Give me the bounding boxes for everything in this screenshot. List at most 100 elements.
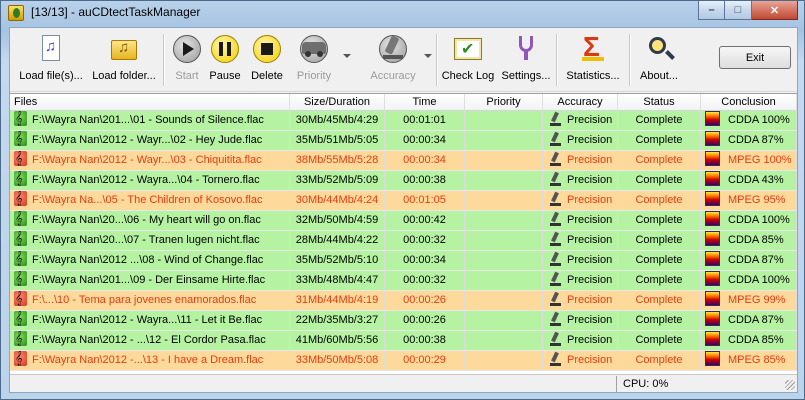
spectrogram-icon[interactable] — [705, 151, 720, 166]
about-label: About... — [640, 70, 678, 82]
table-row[interactable]: F:\Wayra Nan\2012 - Wayra...\11 - Let it… — [10, 311, 797, 331]
priority-dropdown-arrow[interactable] — [343, 54, 351, 58]
cell-time: 00:01:05 — [385, 191, 465, 210]
cell-conclusion[interactable]: CDDA 87% — [701, 251, 797, 270]
file-path: F:\Wayra Nan\2012 - Wayr...\02 - Hey Jud… — [32, 134, 263, 146]
music-note-icon — [14, 171, 27, 187]
accuracy-value: Precision — [567, 334, 613, 346]
music-note-icon — [14, 191, 27, 207]
elapsed-time: 00:00:29 — [403, 354, 446, 366]
table-row[interactable]: F:\Wayra Nan\2012 - ...\12 - El Cordor P… — [10, 331, 797, 351]
spectrogram-icon[interactable] — [705, 291, 720, 306]
spectrogram-icon[interactable] — [705, 251, 720, 266]
app-icon[interactable] — [8, 5, 24, 21]
spectrogram-icon[interactable] — [705, 171, 720, 186]
cell-file: F:\Wayra Nan\2012 - ...\12 - El Cordor P… — [10, 331, 290, 350]
table-row[interactable]: F:\Wayra Nan\2012 - Wayr...\03 - Chiquit… — [10, 151, 797, 171]
table-row[interactable]: F:\Wayra Nan\2012 -...\13 - I have a Dre… — [10, 351, 797, 371]
table-row[interactable]: F:\Wayra Nan\201...\01 - Sounds of Silen… — [10, 111, 797, 131]
cell-accuracy: Precision — [543, 351, 618, 370]
microscope-icon — [378, 34, 408, 64]
cell-priority — [465, 311, 543, 330]
spectrogram-icon[interactable] — [705, 331, 720, 346]
window-title: [13/13] - auCDtectTaskManager — [31, 5, 201, 19]
pause-button[interactable]: Pause — [207, 34, 243, 86]
cell-file: F:\Wayra Nan\201...\01 - Sounds of Silen… — [10, 111, 290, 130]
column-header-files[interactable]: Files — [10, 94, 290, 111]
cell-priority — [465, 291, 543, 310]
delete-label: Delete — [251, 70, 283, 82]
cell-status: Complete — [618, 311, 701, 330]
accuracy-label: Accuracy — [370, 70, 416, 82]
cell-time: 00:00:32 — [385, 231, 465, 250]
file-list[interactable]: Files Size/Duration Time Priority Accura… — [10, 93, 797, 374]
tuning-fork-icon — [511, 34, 541, 64]
cell-conclusion[interactable]: MPEG 100% — [701, 151, 797, 170]
spectrogram-icon[interactable] — [705, 351, 720, 366]
minimize-button[interactable]: – — [698, 1, 725, 20]
about-button[interactable]: About... — [636, 34, 682, 86]
microscope-icon — [549, 212, 561, 226]
accuracy-dropdown-arrow[interactable] — [424, 54, 432, 58]
cell-conclusion[interactable]: MPEG 95% — [701, 191, 797, 210]
statistics-button[interactable]: Σ Statistics... — [562, 31, 624, 86]
load-files-button[interactable]: Load file(s)... — [16, 34, 86, 86]
elapsed-time: 00:00:38 — [403, 174, 446, 186]
music-note-icon — [14, 251, 27, 267]
cell-accuracy: Precision — [543, 311, 618, 330]
column-header-time[interactable]: Time — [385, 94, 465, 111]
table-row[interactable]: F:\Wayra Na...\05 - The Children of Koso… — [10, 191, 797, 211]
load-folder-button[interactable]: Load folder... — [88, 34, 160, 86]
exit-button[interactable]: Exit — [719, 46, 791, 69]
spectrogram-icon[interactable] — [705, 131, 720, 146]
column-header-accuracy[interactable]: Accuracy — [543, 94, 618, 111]
cell-conclusion[interactable]: CDDA 85% — [701, 331, 797, 350]
music-note-icon — [14, 231, 27, 247]
priority-button[interactable]: Priority — [291, 34, 337, 86]
column-header-status[interactable]: Status — [618, 94, 701, 111]
column-header-priority[interactable]: Priority — [465, 94, 543, 111]
status-value: Complete — [635, 214, 683, 226]
resize-grip[interactable] — [785, 380, 795, 390]
cell-conclusion[interactable]: CDDA 43% — [701, 171, 797, 190]
table-row[interactable]: F:\Wayra Nan\201...\09 - Der Einsame Hir… — [10, 271, 797, 291]
maximize-button[interactable]: □ — [725, 1, 752, 20]
conclusion-value: CDDA 100% — [728, 214, 790, 226]
cell-conclusion[interactable]: MPEG 85% — [701, 351, 797, 370]
cell-conclusion[interactable]: MPEG 99% — [701, 291, 797, 310]
table-row[interactable]: F:\Wayra Nan\2012 - Wayra...\04 - Torner… — [10, 171, 797, 191]
cell-conclusion[interactable]: CDDA 87% — [701, 131, 797, 150]
spectrogram-icon[interactable] — [705, 271, 720, 286]
close-button[interactable]: ✕ — [752, 1, 798, 20]
spectrogram-icon[interactable] — [705, 211, 720, 226]
cell-conclusion[interactable]: CDDA 100% — [701, 271, 797, 290]
cell-conclusion[interactable]: CDDA 87% — [701, 311, 797, 330]
stop-icon — [252, 34, 282, 64]
cell-accuracy: Precision — [543, 251, 618, 270]
table-row[interactable]: F:\Wayra Nan\20...\07 - Tranen lugen nic… — [10, 231, 797, 251]
spectrogram-icon[interactable] — [705, 311, 720, 326]
cell-conclusion[interactable]: CDDA 100% — [701, 211, 797, 230]
cell-file: F:\Wayra Nan\2012 ...\08 - Wind of Chang… — [10, 251, 290, 270]
start-button[interactable]: Start — [170, 34, 204, 86]
column-header-size[interactable]: Size/Duration — [290, 94, 385, 111]
cell-conclusion[interactable]: CDDA 85% — [701, 231, 797, 250]
table-row[interactable]: F:\Wayra Nan\20...\06 - My heart will go… — [10, 211, 797, 231]
table-row[interactable]: F:\Wayra Nan\2012 - Wayr...\02 - Hey Jud… — [10, 131, 797, 151]
pause-icon — [210, 34, 240, 64]
table-row[interactable]: F:\Wayra Nan\2012 ...\08 - Wind of Chang… — [10, 251, 797, 271]
spectrogram-icon[interactable] — [705, 191, 720, 206]
cell-conclusion[interactable]: CDDA 100% — [701, 111, 797, 130]
cell-file: F:\Wayra Nan\2012 - Wayr...\03 - Chiquit… — [10, 151, 290, 170]
accuracy-button[interactable]: Accuracy — [366, 34, 420, 86]
title-bar[interactable]: [13/13] - auCDtectTaskManager – □ ✕ — [1, 1, 804, 25]
music-note-icon — [14, 111, 27, 127]
column-header-conclusion[interactable]: Conclusion — [701, 94, 797, 111]
settings-button[interactable]: Settings... — [499, 34, 553, 86]
delete-button[interactable]: Delete — [248, 34, 286, 86]
spectrogram-icon[interactable] — [705, 111, 720, 126]
status-value: Complete — [635, 354, 683, 366]
table-row[interactable]: F:\...\10 - Tema para jovenes enamorados… — [10, 291, 797, 311]
check-log-button[interactable]: Check Log — [441, 34, 495, 86]
spectrogram-icon[interactable] — [705, 231, 720, 246]
